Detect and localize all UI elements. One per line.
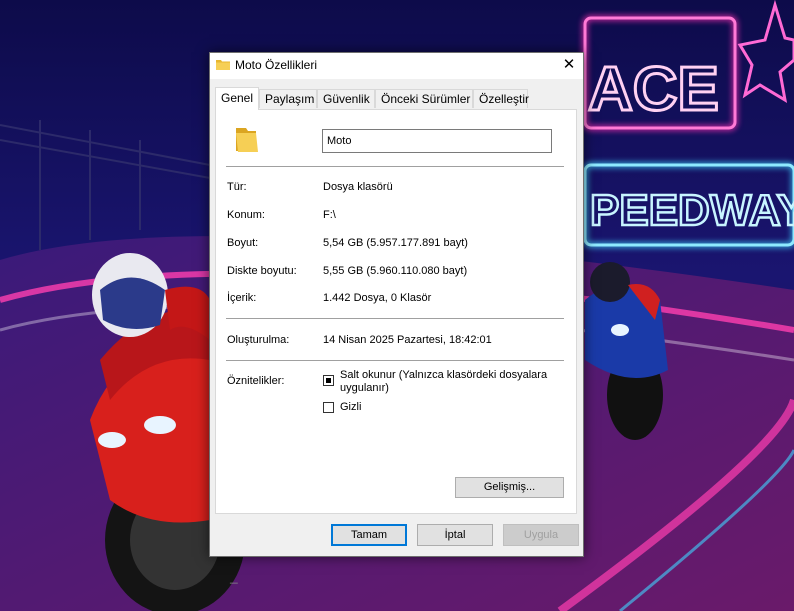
readonly-label-line2: uygulanır) <box>340 382 389 394</box>
neon-sign-speedway: PEEDWAY <box>590 186 794 235</box>
contents-value: 1.442 Dosya, 0 Klasör <box>323 292 432 304</box>
separator <box>226 360 564 361</box>
disk-size-label: Diskte boyutu: <box>227 265 297 277</box>
readonly-checkbox-label: Salt okunur (Yalnızca klasördeki dosyala… <box>340 369 547 395</box>
dialog-titlebar[interactable]: Moto Özellikleri ✕ <box>210 53 583 79</box>
close-button[interactable]: ✕ <box>555 53 583 79</box>
cancel-button[interactable]: İptal <box>417 524 493 546</box>
contents-label: İçerik: <box>227 292 257 304</box>
tab-paylasim[interactable]: Paylaşım <box>259 89 317 108</box>
size-label: Boyut: <box>227 237 259 249</box>
location-value: F:\ <box>323 209 336 221</box>
ok-button[interactable]: Tamam <box>331 524 407 546</box>
readonly-checkbox[interactable] <box>323 375 334 386</box>
disk-size-value: 5,55 GB (5.960.110.080 bayt) <box>323 265 468 277</box>
folder-large-icon <box>234 124 260 154</box>
readonly-label-line1: Salt okunur (Yalnızca klasördeki dosyala… <box>340 369 548 381</box>
advanced-button[interactable]: Gelişmiş... <box>455 477 564 498</box>
folder-name-input[interactable] <box>322 129 552 153</box>
location-label: Konum: <box>227 209 265 221</box>
apply-button[interactable]: Uygula <box>503 524 579 546</box>
svg-text:▔: ▔ <box>229 582 238 595</box>
type-label: Tür: <box>227 181 247 193</box>
dialog-title: Moto Özellikleri <box>235 58 318 72</box>
tab-guvenlik[interactable]: Güvenlik <box>317 89 375 108</box>
hidden-checkbox-label: Gizli <box>340 401 362 413</box>
tab-onceki-surumler[interactable]: Önceki Sürümler <box>375 89 473 108</box>
neon-sign-ace: ACE <box>588 55 719 124</box>
tab-ozellestir[interactable]: Özelleştir <box>473 89 529 108</box>
general-tab-panel: Tür: Dosya klasörü Konum: F:\ Boyut: 5,5… <box>215 109 577 514</box>
hidden-checkbox[interactable] <box>323 402 334 413</box>
separator <box>226 318 564 319</box>
tab-genel[interactable]: Genel <box>215 87 259 110</box>
separator <box>226 166 564 167</box>
type-value: Dosya klasörü <box>323 181 393 193</box>
properties-dialog: Moto Özellikleri ✕ Genel Paylaşım Güvenl… <box>209 52 584 557</box>
created-label: Oluşturulma: <box>227 334 290 346</box>
folder-icon <box>215 57 231 73</box>
attributes-label: Öznitelikler: <box>227 375 285 387</box>
created-value: 14 Nisan 2025 Pazartesi, 18:42:01 <box>323 334 492 346</box>
size-value: 5,54 GB (5.957.177.891 bayt) <box>323 237 468 249</box>
